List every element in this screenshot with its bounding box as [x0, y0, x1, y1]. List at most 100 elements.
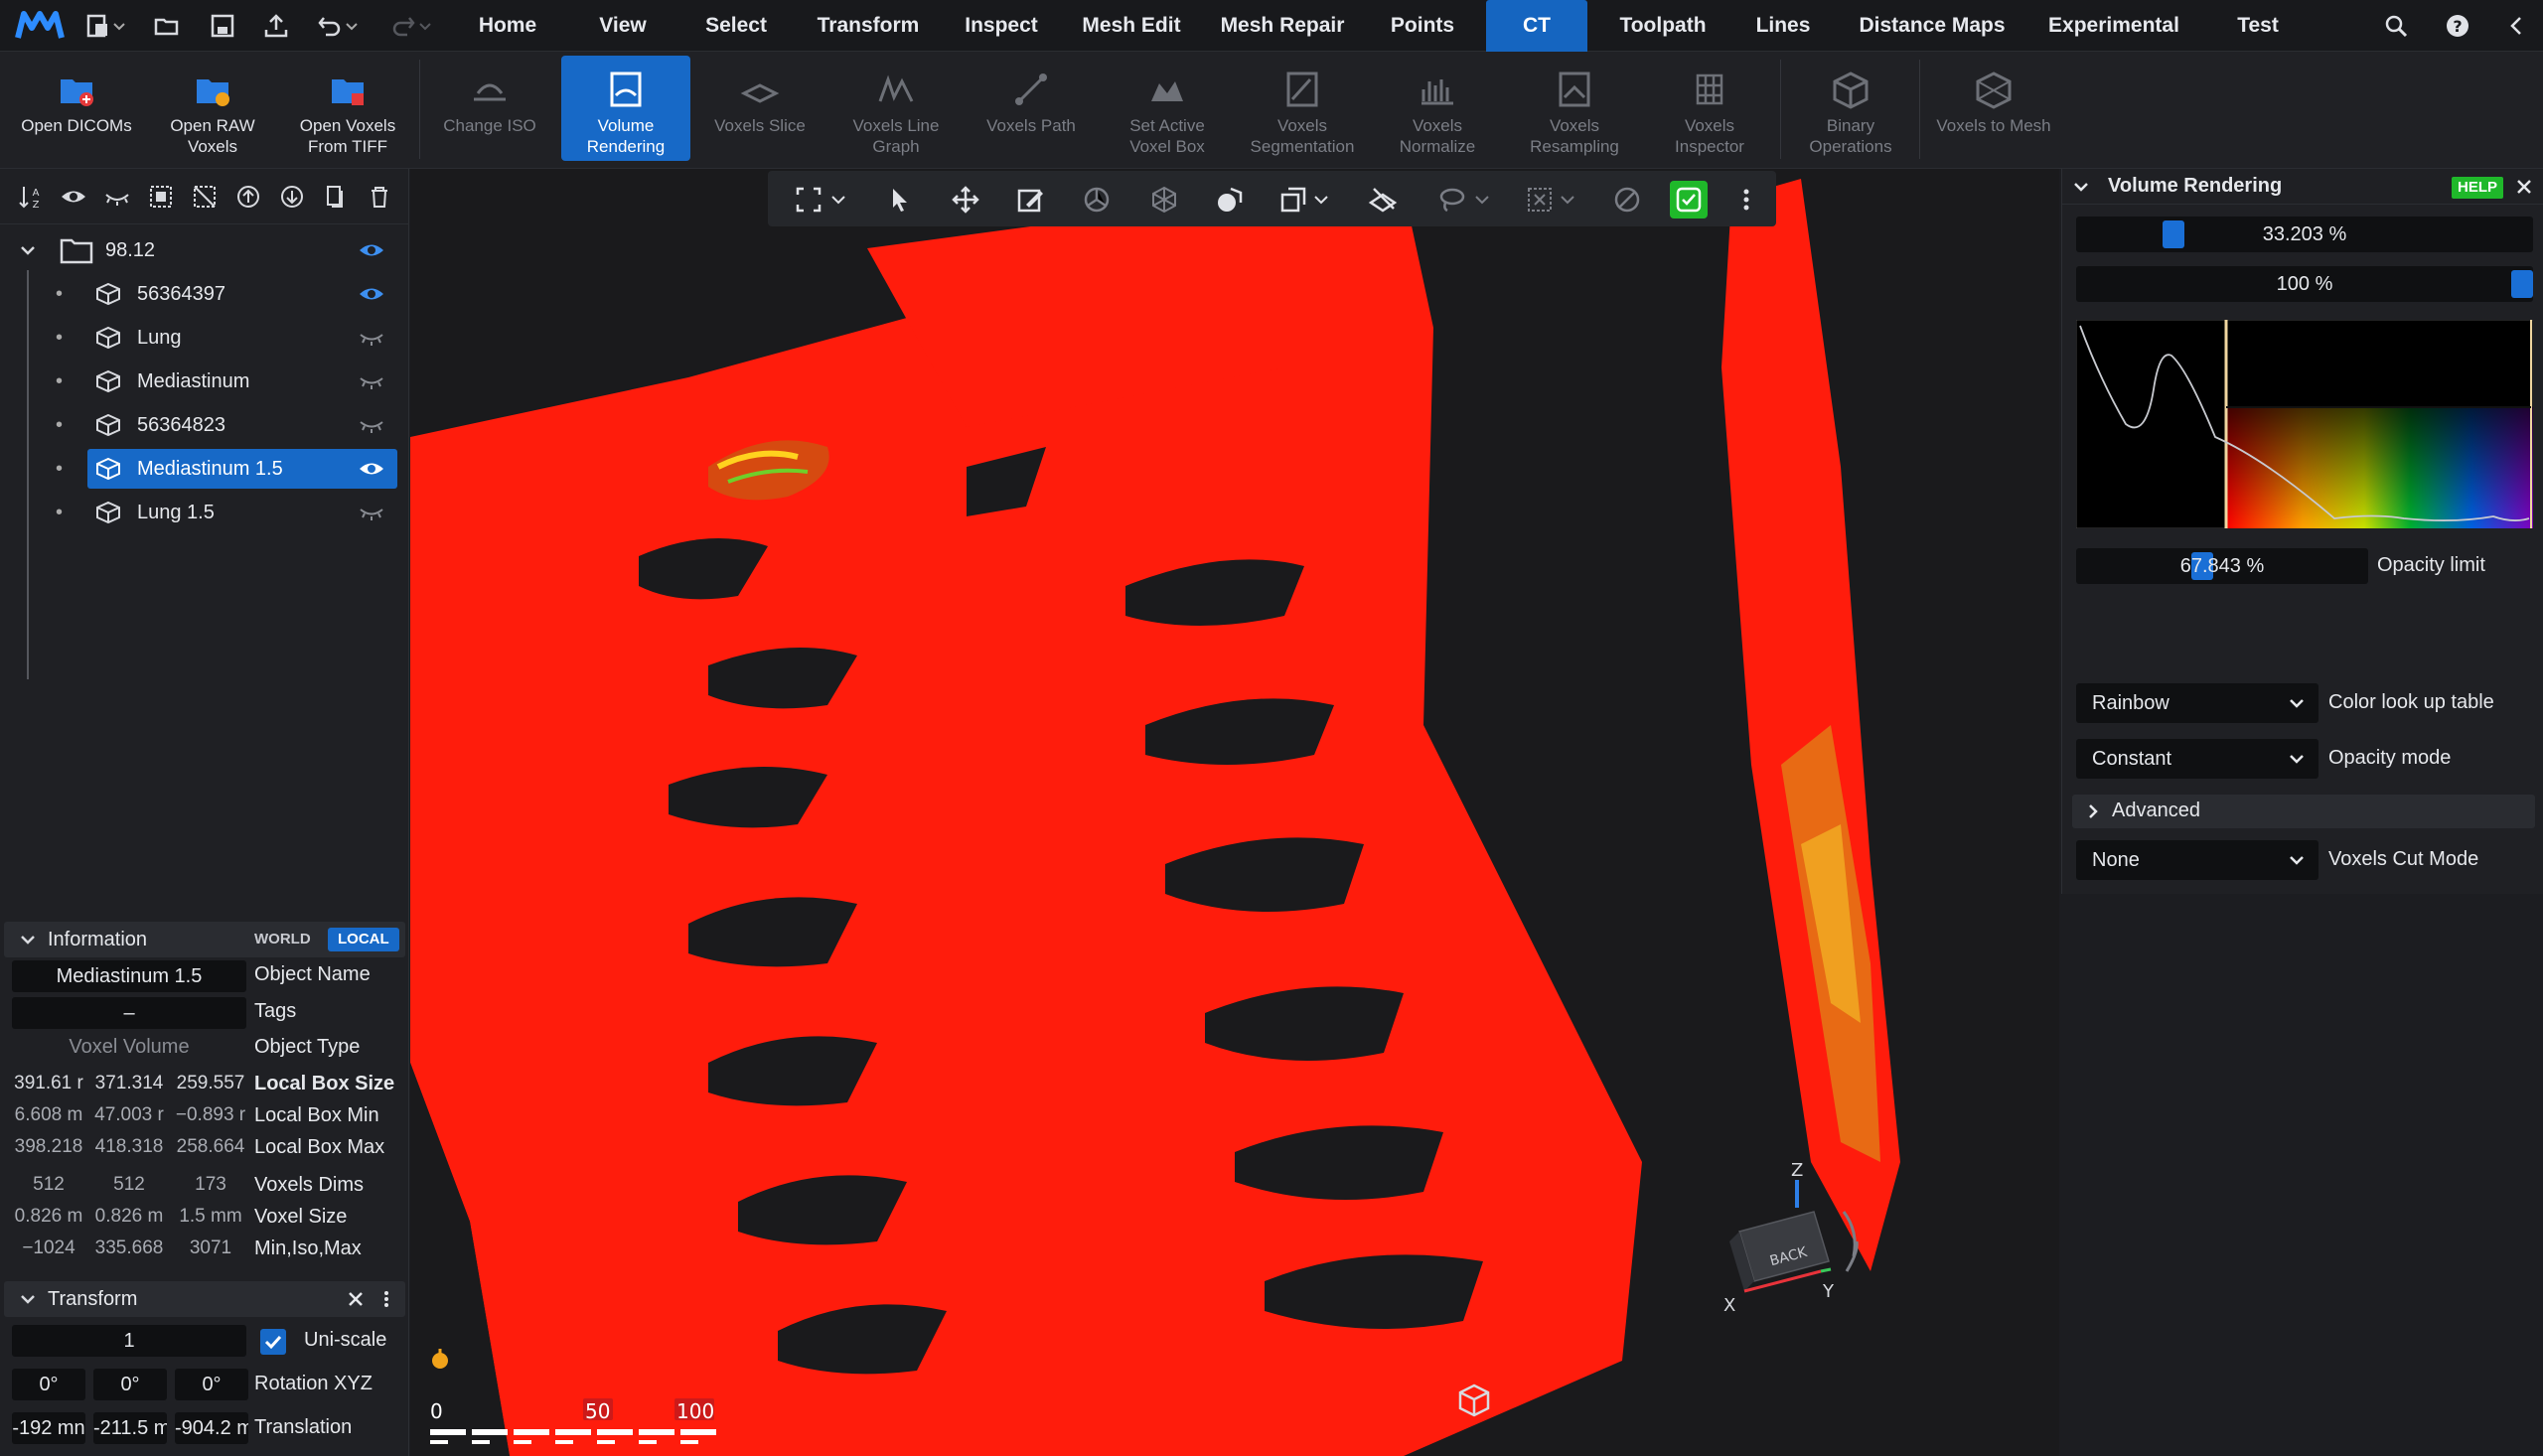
pointer-icon[interactable] — [885, 185, 915, 215]
new-file-button[interactable] — [83, 10, 127, 42]
local-toggle[interactable]: LOCAL — [328, 928, 399, 951]
tree-item-selected[interactable]: Mediastinum 1.5 — [87, 449, 397, 489]
chevron-down-icon[interactable] — [1559, 185, 1576, 215]
view-cube-icon[interactable] — [1456, 1383, 1492, 1418]
open-voxels-tiff-button[interactable]: Open Voxels From TIFF — [286, 56, 409, 161]
edit-image-icon[interactable] — [1016, 185, 1046, 215]
menu-mesh-edit[interactable]: Mesh Edit — [1079, 0, 1184, 52]
more-vertical-icon[interactable] — [1739, 185, 1753, 215]
tree-item[interactable]: • Mediastinum — [0, 362, 397, 401]
duplicate-icon[interactable] — [322, 183, 350, 211]
set-active-voxel-box-button[interactable]: Set Active Voxel Box — [1113, 56, 1222, 161]
reset-close-icon[interactable] — [346, 1289, 366, 1309]
select-all-icon[interactable] — [147, 183, 175, 211]
box-select-icon[interactable] — [1525, 185, 1555, 215]
menu-points[interactable]: Points — [1383, 0, 1462, 52]
menu-test[interactable]: Test — [2225, 0, 2291, 52]
slider-1[interactable]: 33.203 % — [2076, 217, 2533, 252]
color-lut-dropdown[interactable]: Rainbow — [2076, 683, 2319, 723]
menu-transform[interactable]: Transform — [813, 0, 924, 52]
tree-item[interactable]: • 56364823 — [0, 405, 397, 445]
binary-operations-button[interactable]: Binary Operations — [1792, 56, 1909, 161]
sort-icon[interactable]: AZ — [16, 183, 44, 211]
orientation-cube[interactable]: BACK Z X Y — [1720, 1162, 1869, 1341]
chevron-down-icon[interactable] — [829, 185, 847, 215]
information-section-header[interactable]: Information WORLD LOCAL — [4, 922, 405, 957]
menu-toolpath[interactable]: Toolpath — [1609, 0, 1717, 52]
change-iso-button[interactable]: Change ISO — [431, 56, 548, 161]
more-vertical-icon[interactable] — [379, 1289, 393, 1309]
undo-button[interactable] — [316, 10, 360, 42]
scale-field[interactable]: 1 — [12, 1325, 246, 1357]
move-icon[interactable] — [951, 185, 980, 215]
tree-item[interactable]: • Lung — [0, 318, 397, 358]
translation-y-field[interactable]: -211.5 m — [93, 1412, 167, 1444]
eye-closed-icon[interactable] — [103, 183, 131, 211]
eye-icon[interactable] — [358, 282, 385, 306]
export-button[interactable] — [262, 10, 290, 42]
menu-inspect[interactable]: Inspect — [960, 0, 1043, 52]
eye-closed-icon[interactable] — [358, 326, 385, 350]
eye-closed-icon[interactable] — [358, 413, 385, 437]
rotation-y-field[interactable]: 0° — [93, 1369, 167, 1400]
help-icon[interactable]: ? — [2444, 12, 2471, 40]
tree-item[interactable]: • 56364397 — [0, 274, 397, 314]
menu-experimental[interactable]: Experimental — [2044, 0, 2183, 52]
3d-viewport[interactable]: BACK Z X Y 0 50 100 — [410, 169, 2059, 1456]
open-dicoms-button[interactable]: Open DICOMs — [8, 56, 145, 161]
cut-mode-dropdown[interactable]: None — [2076, 840, 2319, 880]
advanced-section-header[interactable]: Advanced — [2072, 795, 2535, 828]
pin-marker-icon[interactable] — [428, 1347, 452, 1373]
object-name-field[interactable]: Mediastinum 1.5 — [12, 960, 246, 992]
deselect-icon[interactable] — [191, 183, 219, 211]
transfer-function-graph[interactable] — [2076, 320, 2533, 528]
help-badge[interactable]: HELP — [2452, 177, 2504, 199]
move-down-icon[interactable] — [278, 183, 306, 211]
voxels-resampling-button[interactable]: Voxels Resampling — [1516, 56, 1633, 161]
render-mode-icon[interactable] — [1215, 185, 1245, 215]
voxels-path-button[interactable]: Voxels Path — [977, 56, 1085, 161]
translation-x-field[interactable]: -192 mn — [12, 1412, 85, 1444]
opacity-mode-dropdown[interactable]: Constant — [2076, 739, 2319, 779]
chevron-down-icon[interactable] — [1473, 185, 1491, 215]
save-button[interactable] — [209, 10, 236, 42]
collapse-chevron-left-icon[interactable] — [2503, 12, 2531, 40]
voxels-line-graph-button[interactable]: Voxels Line Graph — [844, 56, 948, 161]
wireframe-icon[interactable] — [1149, 185, 1179, 215]
eye-icon[interactable] — [60, 183, 87, 211]
trash-icon[interactable] — [366, 183, 393, 211]
menu-ct[interactable]: CT — [1486, 0, 1587, 52]
voxels-normalize-button[interactable]: Voxels Normalize — [1383, 56, 1492, 161]
voxels-slice-button[interactable]: Voxels Slice — [707, 56, 813, 161]
menu-select[interactable]: Select — [699, 0, 773, 52]
move-up-icon[interactable] — [234, 183, 262, 211]
translation-z-field[interactable]: -904.2 m — [175, 1412, 248, 1444]
copy-view-icon[interactable] — [1278, 185, 1308, 215]
world-toggle[interactable]: WORLD — [248, 928, 317, 951]
menu-home[interactable]: Home — [467, 0, 548, 52]
eye-icon[interactable] — [358, 238, 385, 262]
opacity-limit-slider[interactable]: 67.843 % — [2076, 548, 2368, 584]
tree-item[interactable]: • Lung 1.5 — [0, 493, 397, 532]
rotation-z-field[interactable]: 0° — [175, 1369, 248, 1400]
menu-view[interactable]: View — [590, 0, 656, 52]
chevron-down-icon[interactable] — [18, 240, 38, 260]
no-clip-icon[interactable] — [1612, 185, 1642, 215]
eye-closed-icon[interactable] — [358, 501, 385, 524]
toggle-active-button[interactable] — [1670, 181, 1708, 218]
lasso-icon[interactable] — [1437, 185, 1467, 215]
tree-root-folder[interactable]: 98.12 — [0, 230, 397, 270]
orbit-icon[interactable] — [1082, 185, 1112, 215]
voxels-inspector-button[interactable]: Voxels Inspector — [1655, 56, 1764, 161]
fit-selection-icon[interactable] — [794, 185, 823, 215]
tags-field[interactable]: – — [12, 997, 246, 1029]
menu-distance-maps[interactable]: Distance Maps — [1858, 0, 2007, 52]
voxels-segmentation-button[interactable]: Voxels Segmentation — [1244, 56, 1361, 161]
uniscale-checkbox[interactable] — [260, 1329, 286, 1355]
rotation-x-field[interactable]: 0° — [12, 1369, 85, 1400]
voxels-to-mesh-button[interactable]: Voxels to Mesh — [1931, 56, 2056, 161]
clipping-plane-icon[interactable] — [1368, 185, 1398, 215]
menu-mesh-repair[interactable]: Mesh Repair — [1220, 0, 1345, 52]
chevron-down-icon[interactable] — [2072, 178, 2090, 196]
menu-lines[interactable]: Lines — [1750, 0, 1816, 52]
